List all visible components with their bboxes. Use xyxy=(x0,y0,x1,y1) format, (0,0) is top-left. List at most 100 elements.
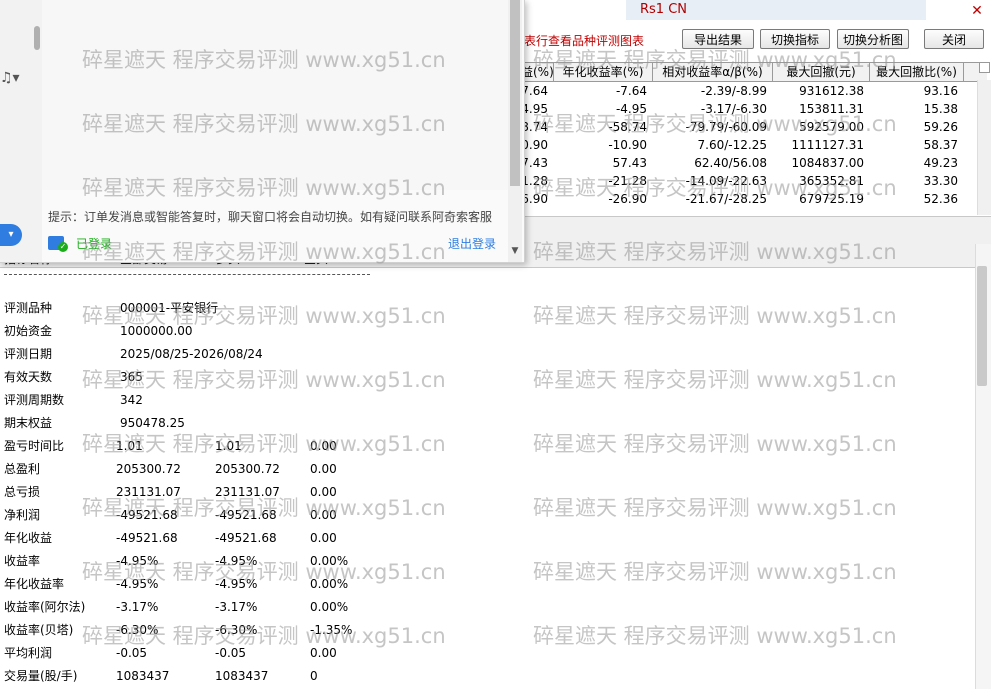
switch-indicator-button[interactable]: 切换指标 xyxy=(760,29,830,49)
window-title-strip: Rs1 CN xyxy=(626,0,926,20)
table-cell: 8.74 xyxy=(521,120,548,134)
close-button[interactable]: 关闭 xyxy=(924,29,984,49)
report-metric-label: 净利润 xyxy=(4,508,41,522)
table-cell: 592579.00 xyxy=(799,120,864,134)
sound-icon[interactable]: ♫▾ xyxy=(0,70,20,86)
report-row: 评测周期数 342 xyxy=(0,389,600,411)
report-metric-value: 0.00% xyxy=(310,600,349,614)
toolbar-hint: 表行查看品种评测图表 xyxy=(524,34,645,48)
report-row: 盈亏时间比 1.01 1.01 0.00 xyxy=(0,435,600,457)
column-header[interactable]: 益(%) xyxy=(521,63,554,81)
scroll-down-icon[interactable]: ▼ xyxy=(509,246,521,256)
switch-analysis-chart-button[interactable]: 切换分析图 xyxy=(837,29,909,49)
report-metric-label: 交易量(股/手) xyxy=(4,669,78,683)
report-metric-value: -4.95% xyxy=(215,554,258,568)
report-metric-value: 1.01 xyxy=(215,439,242,453)
column-header[interactable]: 年化收益率(%) xyxy=(554,63,653,81)
popup-hint: 提示：订单发消息或智能答复时，聊天窗口将会自动切换。如有疑问联系阿奇索客服 xyxy=(48,210,493,224)
report-panel: 指标名称 全部交易 多头 空头 评测品种000001-平安银行初始资金10000… xyxy=(0,244,975,689)
login-status: 已登录 xyxy=(76,237,113,251)
report-metric-label: 评测周期数 xyxy=(4,393,65,407)
table-cell: 59.26 xyxy=(923,120,958,134)
table-cell: 33.30 xyxy=(923,174,958,188)
report-row: 评测品种 000001-平安银行 xyxy=(0,297,600,319)
report-metric-value: -49521.68 xyxy=(116,531,178,545)
results-table[interactable]: 益(%) 年化收益率(%) 相对收益率α/β(%) 最大回撤(元) 最大回撤比(… xyxy=(521,62,987,214)
report-metric-value: 365 xyxy=(120,370,143,384)
report-metric-value: 0.00% xyxy=(310,554,349,568)
logout-link[interactable]: 退出登录 xyxy=(448,235,496,252)
report-row: 总亏损 231131.07 231131.07 0.00 xyxy=(0,481,600,503)
table-cell: -79.79/-60.09 xyxy=(685,120,767,134)
check-icon: ✓ xyxy=(58,242,68,252)
report-metric-value: 0.00 xyxy=(310,646,337,660)
table-cell: -4.95 xyxy=(615,102,647,116)
report-metric-value: -0.05 xyxy=(215,646,247,660)
table-cell: -58.74 xyxy=(608,120,647,134)
table-cell: 57.43 xyxy=(612,156,647,170)
report-metric-value: -4.95% xyxy=(116,554,159,568)
report-metric-value: -49521.68 xyxy=(215,508,277,522)
table-row[interactable]: 0.90 -10.90 7.60/-12.25 1111127.31 58.37 xyxy=(521,136,987,154)
report-metric-label: 初始资金 xyxy=(4,324,53,338)
table-row[interactable]: 1.28 -21.28 -14.09/-22.63 365352.81 33.30 xyxy=(521,172,987,190)
report-metric-value: 0.00 xyxy=(310,531,337,545)
report-metric-value: -6.30% xyxy=(215,623,258,637)
report-metric-value: -3.17% xyxy=(116,600,159,614)
expand-chevron-icon[interactable]: ▾ xyxy=(0,224,22,246)
table-row[interactable]: 6.90 -26.90 -21.67/-28.25 679725.19 52.36 xyxy=(521,190,987,208)
popup-scrollbar-thumb[interactable] xyxy=(510,0,520,186)
report-row: 交易量(股/手) 1083437 1083437 0 xyxy=(0,665,600,687)
report-metric-value: -0.05 xyxy=(116,646,148,660)
table-row[interactable]: 8.74 -58.74 -79.79/-60.09 592579.00 59.26 xyxy=(521,118,987,136)
report-row: 平均利润 -0.05 -0.05 0.00 xyxy=(0,642,600,664)
report-row: 期末权益 950478.25 xyxy=(0,412,600,434)
window-title: Rs1 CN xyxy=(640,2,688,17)
report-metric-value: 1083437 xyxy=(215,669,269,683)
report-metric-value: 1083437 xyxy=(116,669,170,683)
table-cell: 1.28 xyxy=(521,174,548,188)
report-metric-value: -4.95% xyxy=(116,577,159,591)
table-cell: 1111127.31 xyxy=(791,138,864,152)
column-header[interactable]: 相对收益率α/β(%) xyxy=(653,63,773,81)
report-metric-label: 盈亏时间比 xyxy=(4,439,65,453)
side-scroll-handle[interactable] xyxy=(34,26,40,50)
report-scrollbar-thumb[interactable] xyxy=(977,266,987,386)
report-row: 年化收益率 -4.95% -4.95% 0.00% xyxy=(0,573,600,595)
report-metric-label: 年化收益 xyxy=(4,531,53,545)
report-metric-value: 0.00 xyxy=(310,508,337,522)
report-row: 评测日期 2025/08/25-2026/08/24 xyxy=(0,343,600,365)
table-cell: -21.28 xyxy=(608,174,647,188)
report-row: 收益率 -4.95% -4.95% 0.00% xyxy=(0,550,600,572)
report-metric-label: 年化收益率 xyxy=(4,577,65,591)
report-metric-value: 950478.25 xyxy=(120,416,185,430)
table-row[interactable]: 7.64 -7.64 -2.39/-8.99 931612.38 93.16 xyxy=(521,82,987,100)
report-metric-label: 评测日期 xyxy=(4,347,53,361)
table-cell: 679725.19 xyxy=(799,192,864,206)
table-row[interactable]: 7.43 57.43 62.40/56.08 1084837.00 49.23 xyxy=(521,154,987,172)
export-results-button[interactable]: 导出结果 xyxy=(682,29,754,49)
close-window-icon[interactable]: ✕ xyxy=(968,2,986,20)
table-cell: -3.17/-6.30 xyxy=(700,102,767,116)
report-row: 收益率(贝塔) -6.30% -6.30% -1.35% xyxy=(0,619,600,641)
report-metric-value: -3.17% xyxy=(215,600,258,614)
column-header[interactable]: 最大回撤(元) xyxy=(773,63,870,81)
table-cell: 7.43 xyxy=(521,156,548,170)
report-metric-value: 231131.07 xyxy=(215,485,280,499)
report-metric-value: 1.01 xyxy=(116,439,143,453)
report-row: 有效天数 365 xyxy=(0,366,600,388)
table-cell: -2.39/-8.99 xyxy=(700,84,767,98)
table-cell: 1084837.00 xyxy=(791,156,864,170)
report-metric-label: 收益率 xyxy=(4,554,41,568)
table-cell: 62.40/56.08 xyxy=(694,156,767,170)
report-metric-value: 0.00 xyxy=(310,439,337,453)
column-toggle-checkbox[interactable] xyxy=(979,62,990,73)
table-scrollbar[interactable] xyxy=(977,80,991,215)
report-row: 年化收益 -49521.68 -49521.68 0.00 xyxy=(0,527,600,549)
report-metric-label: 平均利润 xyxy=(4,646,53,660)
table-cell: 93.16 xyxy=(923,84,958,98)
table-cell: 0.90 xyxy=(521,138,548,152)
table-cell: 153811.31 xyxy=(799,102,864,116)
column-header[interactable]: 最大回撤比(%) xyxy=(870,63,964,81)
table-row[interactable]: 4.95 -4.95 -3.17/-6.30 153811.31 15.38 xyxy=(521,100,987,118)
